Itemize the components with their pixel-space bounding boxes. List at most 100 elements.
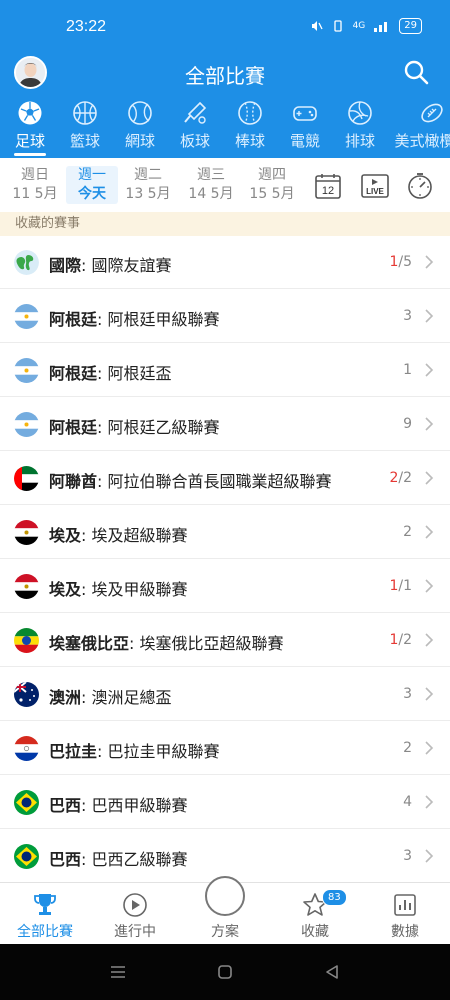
app-header: 全部比賽 <box>0 54 450 94</box>
calendar-icon[interactable]: 12 <box>314 172 342 200</box>
league-count: 3 <box>403 686 412 702</box>
chevron-right-icon <box>425 741 434 755</box>
tab-american-football[interactable]: 美式橄欖球 <box>392 94 450 158</box>
nav-live[interactable]: 進行中 <box>90 883 180 945</box>
league-count: 9 <box>403 416 412 432</box>
date-day: 今天 <box>78 186 106 202</box>
battery-indicator: 29 <box>399 18 422 34</box>
paraguay-flag-icon <box>14 736 39 761</box>
chevron-right-icon <box>425 417 434 431</box>
league-row[interactable]: 巴拉圭: 巴拉圭甲級聯賽 2 <box>0 722 450 775</box>
date-today[interactable]: 週一 今天 <box>66 166 118 204</box>
league-row[interactable]: 阿根廷: 阿根廷乙級聯賽 9 <box>0 398 450 451</box>
vibrate-icon <box>333 20 342 32</box>
league-row[interactable]: 埃及: 埃及超級聯賽 2 <box>0 506 450 559</box>
tennis-ball-icon <box>128 101 152 125</box>
search-icon[interactable] <box>402 58 430 86</box>
league-name: 埃及: 埃及超級聯賽 <box>49 526 188 545</box>
chevron-right-icon <box>425 309 434 323</box>
live-tv-icon[interactable]: LIVE <box>360 172 390 200</box>
league-name: 澳洲: 澳洲足總盃 <box>49 688 172 707</box>
league-row[interactable]: 國際: 國際友誼賽 1/5 <box>0 236 450 289</box>
play-circle-icon <box>123 893 147 917</box>
date-day: 13 5月 <box>125 186 171 202</box>
date-weekday: 週一 <box>78 167 106 183</box>
home-icon[interactable] <box>215 962 235 982</box>
chevron-right-icon <box>425 255 434 269</box>
american-football-icon <box>421 103 443 123</box>
date-thursday[interactable]: 週四 15 5月 <box>246 166 298 204</box>
league-row[interactable]: 阿根廷: 阿根廷盃 1 <box>0 344 450 397</box>
league-name: 埃塞俄比亞: 埃塞俄比亞超級聯賽 <box>49 634 284 653</box>
nav-favorites[interactable]: 83 收藏 <box>270 883 360 945</box>
date-day: 11 5月 <box>12 186 58 202</box>
trophy-icon <box>34 894 56 915</box>
date-sunday[interactable]: 週日 11 5月 <box>9 166 61 204</box>
tab-baseball[interactable]: 棒球 <box>222 94 278 158</box>
chevron-right-icon <box>425 687 434 701</box>
volleyball-icon <box>348 101 372 125</box>
league-name: 阿根廷: 阿根廷甲級聯賽 <box>49 310 220 329</box>
date-wednesday[interactable]: 週三 14 5月 <box>185 166 237 204</box>
league-count: 1 <box>403 362 412 378</box>
league-row[interactable]: 阿根廷: 阿根廷甲級聯賽 3 <box>0 290 450 343</box>
bar-chart-icon <box>394 894 416 916</box>
date-tuesday[interactable]: 週二 13 5月 <box>122 166 174 204</box>
nav-all-matches[interactable]: 全部比賽 <box>0 883 90 945</box>
status-icons: 4G 29 <box>309 18 422 34</box>
tab-label: 排球 <box>344 132 375 150</box>
nav-label: 收藏 <box>301 924 329 940</box>
tab-label: 網球 <box>124 132 155 150</box>
league-row[interactable]: 巴西: 巴西乙級聯賽 3 <box>0 830 450 882</box>
uae-flag-icon <box>14 466 39 491</box>
league-name: 阿根廷: 阿根廷盃 <box>49 364 172 383</box>
chevron-right-icon <box>425 795 434 809</box>
chevron-right-icon <box>425 849 434 863</box>
argentina-flag-icon <box>14 412 39 437</box>
tab-label: 足球 <box>14 132 45 150</box>
tab-tennis[interactable]: 網球 <box>112 94 168 158</box>
tab-esports[interactable]: 電競 <box>277 94 333 158</box>
tab-label: 棒球 <box>234 132 265 150</box>
plans-highlight-ring <box>205 876 245 916</box>
tab-label: 電競 <box>289 132 320 150</box>
brazil-flag-icon <box>14 790 39 815</box>
timer-icon[interactable] <box>406 172 434 200</box>
league-row[interactable]: 埃塞俄比亞: 埃塞俄比亞超級聯賽 1/2 <box>0 614 450 667</box>
section-header-favorites: 收藏的賽事 <box>0 212 450 236</box>
date-weekday: 週日 <box>21 167 49 183</box>
league-row[interactable]: 澳洲: 澳洲足總盃 3 <box>0 668 450 721</box>
back-icon[interactable] <box>322 962 342 982</box>
date-day: 14 5月 <box>188 186 234 202</box>
date-tools: 12 LIVE <box>300 158 450 212</box>
tab-volleyball[interactable]: 排球 <box>332 94 388 158</box>
date-weekday: 週二 <box>134 167 162 183</box>
date-day: 15 5月 <box>249 186 295 202</box>
brazil-flag-icon <box>14 844 39 869</box>
chevron-right-icon <box>425 471 434 485</box>
date-bar: 週日 11 5月 週一 今天 週二 13 5月 週三 14 5月 週四 15 5… <box>0 158 450 212</box>
league-count: 1/5 <box>389 254 412 270</box>
chevron-right-icon <box>425 633 434 647</box>
league-row[interactable]: 埃及: 埃及甲級聯賽 1/1 <box>0 560 450 613</box>
baseball-icon <box>238 101 262 125</box>
sport-tabs: 足球 籃球 網球 板球 棒球 電競 排球 美式橄欖球 <box>0 94 450 158</box>
nav-label: 方案 <box>211 924 239 940</box>
tab-cricket[interactable]: 板球 <box>167 94 223 158</box>
favorites-count-badge: 83 <box>322 889 347 906</box>
league-count: 3 <box>403 848 412 864</box>
tab-basketball[interactable]: 籃球 <box>57 94 113 158</box>
nav-label: 數據 <box>391 924 419 940</box>
nav-stats[interactable]: 數據 <box>360 883 450 945</box>
ethiopia-flag-icon <box>14 628 39 653</box>
tab-label: 板球 <box>179 132 210 150</box>
status-time: 23:22 <box>66 18 107 35</box>
league-row[interactable]: 巴西: 巴西甲級聯賽 4 <box>0 776 450 829</box>
league-list: 國際: 國際友誼賽 1/5 阿根廷: 阿根廷甲級聯賽 3 阿根廷: 阿根廷盃 1… <box>0 236 450 882</box>
tab-label: 美式橄欖球 <box>394 132 450 150</box>
tab-soccer[interactable]: 足球 <box>2 94 58 158</box>
menu-icon[interactable] <box>108 962 128 982</box>
world-flag-icon <box>14 250 39 275</box>
league-row[interactable]: 阿聯酋: 阿拉伯聯合酋長國職業超級聯賽 2/2 <box>0 452 450 505</box>
league-count: 4 <box>403 794 412 810</box>
